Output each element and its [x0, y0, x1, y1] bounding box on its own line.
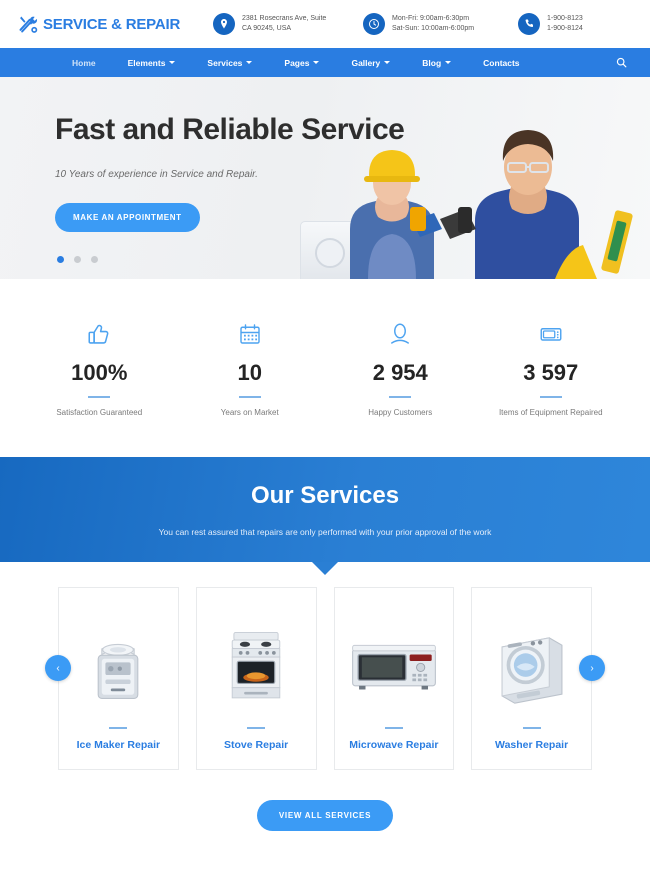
- address-line-1: 2381 Rosecrans Ave, Suite: [242, 14, 327, 22]
- card-divider: [109, 726, 128, 729]
- counter-satisfaction: 100% Satisfaction Guaranteed: [24, 319, 175, 417]
- counter-divider: [238, 396, 261, 398]
- hero-carousel-dots: [57, 256, 98, 263]
- services-title: Our Services: [250, 482, 400, 509]
- logo-text: SERVICE & REPAIR: [43, 15, 181, 33]
- phone-icon: [518, 13, 540, 35]
- ice-maker-photo: [59, 606, 178, 727]
- service-card-ice-maker[interactable]: Ice Maker Repair: [58, 587, 179, 770]
- hours-line-1: Mon-Fri: 9:00am-6:30pm: [392, 14, 470, 22]
- nav-item-services[interactable]: Services: [191, 58, 268, 68]
- nav-label: Gallery: [351, 57, 381, 68]
- counter-equipment: 3 597 Items of Equipment Repaired: [476, 319, 627, 417]
- thumbs-up-icon: [24, 319, 175, 349]
- chevron-down-icon: [384, 61, 391, 64]
- service-cards: Ice Maker Repair Stove Repair Microwave …: [58, 587, 592, 770]
- top-bar: SERVICE & REPAIR 2381 Rosecrans Ave, Sui…: [0, 0, 650, 48]
- nav-item-pages[interactable]: Pages: [268, 58, 335, 68]
- counters-section: 100% Satisfaction Guaranteed 10 Years on…: [0, 279, 650, 457]
- counter-customers: 2 954 Happy Customers: [325, 319, 476, 417]
- appliance-icon: [476, 319, 627, 349]
- phone-lines: 1-900-8123 1-900-8124: [547, 14, 583, 35]
- nav-label: Services: [207, 57, 243, 68]
- services-carousel: ‹ › Ice Maker Repair Stove Repair Microw…: [0, 562, 650, 831]
- service-card-title: Washer Repair: [495, 738, 569, 751]
- address-line-2: CA 90245, USA: [242, 25, 292, 32]
- carousel-dot-2[interactable]: [74, 256, 81, 263]
- header-address: 2381 Rosecrans Ave, Suite CA 90245, USA: [213, 13, 363, 35]
- hours-lines: Mon-Fri: 9:00am-6:30pm Sat-Sun: 10:00am-…: [392, 14, 474, 35]
- chevron-down-icon: [246, 61, 253, 64]
- phone-line-1: 1-900-8123: [547, 14, 583, 22]
- nav-label: Home: [72, 57, 96, 68]
- hero-content: Fast and Reliable Service 10 Years of ex…: [55, 113, 405, 232]
- stove-photo: [197, 606, 316, 727]
- wrench-screwdriver-icon: [18, 14, 38, 34]
- counter-label: Items of Equipment Repaired: [498, 408, 603, 417]
- map-pin-icon: [213, 13, 235, 35]
- hours-line-2: Sat-Sun: 10:00am-6:00pm: [392, 25, 475, 32]
- counter-label: Years on Market: [220, 408, 279, 417]
- our-services-band: Our Services You can rest assured that r…: [0, 457, 650, 575]
- carousel-dot-3[interactable]: [91, 256, 98, 263]
- service-card-title: Stove Repair: [224, 738, 289, 751]
- hero-title: Fast and Reliable Service: [55, 113, 405, 146]
- header-phone: 1-900-8123 1-900-8124: [518, 13, 628, 35]
- nav-label: Pages: [284, 57, 310, 68]
- card-divider: [247, 726, 266, 729]
- counter-years: 10 Years on Market: [175, 319, 326, 417]
- chevron-down-icon: [169, 61, 176, 64]
- main-navigation: Home Elements Services Pages Gallery Blo…: [0, 48, 650, 77]
- service-card-microwave[interactable]: Microwave Repair: [333, 587, 455, 770]
- washer-photo: [472, 606, 591, 727]
- service-card-title: Ice Maker Repair: [76, 738, 161, 751]
- counter-value: 2 954: [372, 360, 428, 385]
- counter-divider: [389, 396, 412, 398]
- chevron-down-icon: [445, 61, 452, 64]
- nav-item-gallery[interactable]: Gallery: [335, 58, 406, 68]
- nav-item-elements[interactable]: Elements: [112, 58, 192, 68]
- service-card-washer[interactable]: Washer Repair: [471, 587, 592, 770]
- site-logo[interactable]: SERVICE & REPAIR: [18, 14, 213, 34]
- carousel-next-button[interactable]: ›: [579, 655, 605, 681]
- address-lines: 2381 Rosecrans Ave, Suite CA 90245, USA: [242, 14, 326, 35]
- hero-subtitle: 10 Years of experience in Service and Re…: [55, 169, 258, 180]
- nav-label: Blog: [422, 57, 442, 68]
- service-card-title: Microwave Repair: [349, 738, 439, 751]
- counter-value: 10: [237, 360, 262, 385]
- nav-item-home[interactable]: Home: [56, 58, 112, 68]
- counter-divider: [88, 396, 111, 398]
- service-card-stove[interactable]: Stove Repair: [195, 587, 317, 770]
- counter-value: 100%: [71, 360, 128, 385]
- nav-item-contacts[interactable]: Contacts: [467, 58, 535, 68]
- view-all-services-button[interactable]: VIEW ALL SERVICES: [256, 800, 394, 831]
- view-all-wrap: VIEW ALL SERVICES: [58, 800, 592, 831]
- nav-label: Contacts: [483, 57, 520, 68]
- nav-label: Elements: [127, 57, 166, 68]
- calendar-icon: [175, 319, 326, 349]
- clock-icon: [363, 13, 385, 35]
- counter-divider: [539, 396, 562, 398]
- carousel-dot-1[interactable]: [57, 256, 64, 263]
- phone-line-2: 1-900-8124: [547, 25, 583, 32]
- search-icon[interactable]: [610, 52, 632, 74]
- person-icon: [325, 319, 476, 349]
- services-subtitle: You can rest assured that repairs are on…: [158, 527, 492, 537]
- counter-label: Satisfaction Guaranteed: [56, 408, 143, 417]
- carousel-prev-button[interactable]: ‹: [45, 655, 71, 681]
- make-appointment-button[interactable]: MAKE AN APPOINTMENT: [55, 203, 200, 232]
- card-divider: [522, 726, 541, 729]
- hero-slider: Fast and Reliable Service 10 Years of ex…: [0, 77, 650, 279]
- card-divider: [384, 726, 403, 729]
- nav-item-blog[interactable]: Blog: [406, 58, 467, 68]
- chevron-down-icon: [313, 61, 320, 64]
- header-hours: Mon-Fri: 9:00am-6:30pm Sat-Sun: 10:00am-…: [363, 13, 518, 35]
- microwave-photo: [335, 606, 454, 727]
- counter-value: 3 597: [523, 360, 579, 385]
- nav-items: Home Elements Services Pages Gallery Blo…: [18, 58, 610, 68]
- counter-label: Happy Customers: [368, 408, 433, 417]
